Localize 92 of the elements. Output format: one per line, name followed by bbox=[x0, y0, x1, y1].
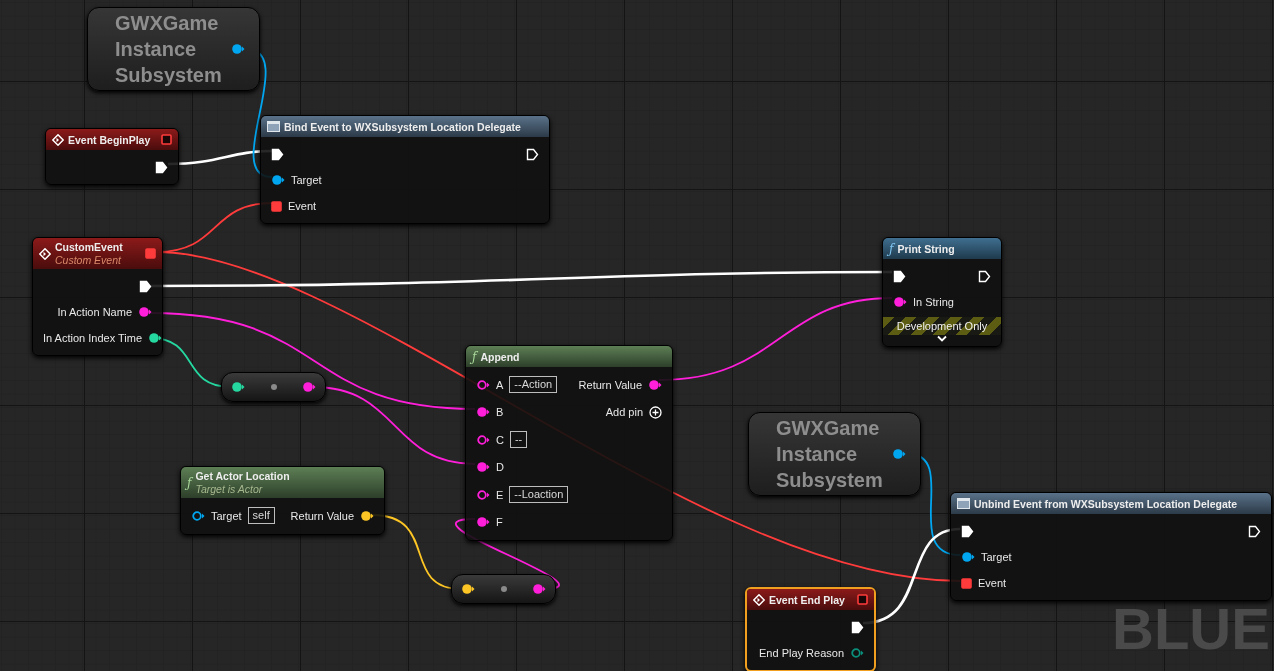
dot-icon bbox=[270, 384, 277, 390]
node-title: CustomEvent bbox=[55, 240, 124, 254]
graph-node[interactable]: Bind Event to WXSubsystem Location Delegate Target Event bbox=[260, 115, 550, 224]
arrow-pin-icon[interactable] bbox=[851, 620, 864, 634]
pin-label: F bbox=[496, 515, 503, 530]
pin-label: Target bbox=[981, 549, 1012, 565]
square-pin-icon[interactable] bbox=[271, 200, 282, 212]
graph-node[interactable]: ƒ Append A --Action Return Value B Add pin C -- D E --Loaction F bbox=[465, 345, 673, 541]
conversion-node[interactable] bbox=[451, 574, 556, 604]
variable-name: GWXGame Instance Subsystem bbox=[776, 416, 884, 493]
pin-label: In String bbox=[913, 294, 954, 310]
square-pin-icon[interactable] bbox=[857, 594, 868, 605]
pin-label: A bbox=[496, 377, 504, 393]
dot-pin-icon[interactable] bbox=[302, 381, 316, 393]
pin-label: Return Value bbox=[578, 377, 642, 393]
dot-pin-icon[interactable] bbox=[893, 296, 907, 308]
dot-pin-icon[interactable] bbox=[476, 433, 490, 446]
arrow-pin-icon[interactable] bbox=[526, 147, 539, 161]
graph-node[interactable]: Event BeginPlay bbox=[45, 128, 179, 185]
node-subtitle: Target is Actor bbox=[195, 483, 264, 496]
node-title: Append bbox=[480, 349, 521, 364]
dot-pin-icon[interactable] bbox=[271, 174, 285, 186]
dot-pin-icon[interactable] bbox=[476, 516, 490, 529]
dot-pin-icon[interactable] bbox=[461, 583, 475, 595]
pin-label: Target bbox=[291, 172, 322, 188]
dot-pin-icon[interactable] bbox=[191, 509, 205, 522]
node-title: Event End Play bbox=[769, 592, 846, 607]
pin-label: E bbox=[496, 487, 504, 503]
pin-label: End Play Reason bbox=[759, 645, 844, 661]
square-pin-icon[interactable] bbox=[161, 134, 172, 145]
node-title: Event BeginPlay bbox=[68, 132, 152, 147]
node-title: Unbind Event from WXSubsystem Location Delegate bbox=[974, 496, 1239, 511]
chevron-down-icon[interactable] bbox=[937, 335, 947, 342]
value-field[interactable]: -- bbox=[509, 431, 528, 449]
pin-label: D bbox=[496, 460, 504, 475]
arrow-pin-icon[interactable] bbox=[1248, 524, 1261, 538]
node-title: Get Actor Location bbox=[195, 469, 291, 483]
function-glyph: ƒ bbox=[472, 349, 477, 364]
pin-label: B bbox=[496, 405, 504, 420]
value-field[interactable]: --Loaction bbox=[509, 486, 569, 504]
node-title: Print String bbox=[897, 241, 956, 256]
arrow-pin-icon[interactable] bbox=[271, 147, 284, 161]
function-glyph: ƒ bbox=[187, 475, 192, 490]
dot-pin-icon[interactable] bbox=[231, 43, 245, 55]
dot-pin-icon[interactable] bbox=[648, 378, 662, 391]
pin-label: Event bbox=[978, 575, 1007, 591]
dot-pin-icon[interactable] bbox=[476, 406, 490, 419]
arrow-pin-icon[interactable] bbox=[961, 524, 974, 538]
dot-pin-icon[interactable] bbox=[148, 332, 162, 344]
window-icon bbox=[957, 498, 970, 509]
graph-node[interactable]: Unbind Event from WXSubsystem Location Delegate Target Event bbox=[950, 492, 1272, 601]
arrow-pin-icon[interactable] bbox=[893, 269, 906, 283]
dot-pin-icon[interactable] bbox=[850, 647, 864, 659]
dot-icon bbox=[500, 586, 507, 592]
conversion-node[interactable] bbox=[221, 372, 326, 402]
dot-pin-icon[interactable] bbox=[138, 306, 152, 318]
node-title: Bind Event to WXSubsystem Location Delegate bbox=[284, 119, 522, 134]
arrow-pin-icon[interactable] bbox=[978, 269, 991, 283]
value-field[interactable]: --Action bbox=[509, 376, 558, 394]
development-only-banner: Development Only bbox=[883, 317, 1001, 335]
dot-pin-icon[interactable] bbox=[231, 381, 245, 393]
square-pin-icon[interactable] bbox=[961, 577, 972, 589]
pin-label: Event bbox=[288, 198, 317, 214]
pin-label: In Action Index Time bbox=[43, 330, 143, 346]
dot-pin-icon[interactable] bbox=[892, 448, 906, 460]
event-diamond-icon bbox=[52, 133, 64, 146]
graph-node[interactable]: CustomEvent Custom Event In Action Name In Action Index Time bbox=[32, 237, 163, 356]
pin-label: In Action Name bbox=[57, 304, 132, 320]
dot-pin-icon[interactable] bbox=[360, 509, 374, 522]
dot-pin-icon[interactable] bbox=[476, 461, 490, 474]
pin-label: Target bbox=[211, 508, 242, 524]
window-icon bbox=[267, 121, 280, 132]
add-pin-button[interactable]: Add pin bbox=[605, 404, 662, 421]
pin-label: Return Value bbox=[290, 508, 354, 524]
graph-node[interactable]: Event End Play End Play Reason bbox=[745, 587, 876, 671]
variable-node[interactable]: GWXGame Instance Subsystem bbox=[748, 412, 921, 496]
pin-label: C bbox=[496, 432, 504, 448]
variable-name: GWXGame Instance Subsystem bbox=[115, 11, 223, 88]
dot-pin-icon[interactable] bbox=[476, 488, 490, 501]
node-subtitle: Custom Event bbox=[55, 254, 123, 267]
arrow-pin-icon[interactable] bbox=[155, 160, 168, 174]
dot-pin-icon[interactable] bbox=[961, 551, 975, 563]
dot-pin-icon[interactable] bbox=[532, 583, 546, 595]
function-glyph: ƒ bbox=[889, 241, 894, 256]
arrow-pin-icon[interactable] bbox=[139, 279, 152, 293]
dot-pin-icon[interactable] bbox=[476, 378, 490, 391]
variable-node[interactable]: GWXGame Instance Subsystem bbox=[87, 7, 260, 91]
graph-node[interactable]: ƒ Print String In String Development Only bbox=[882, 237, 1002, 347]
square-pin-icon[interactable] bbox=[145, 248, 156, 259]
value-field[interactable]: self bbox=[247, 507, 275, 525]
event-diamond-icon bbox=[39, 247, 51, 260]
event-diamond-icon bbox=[753, 593, 765, 606]
